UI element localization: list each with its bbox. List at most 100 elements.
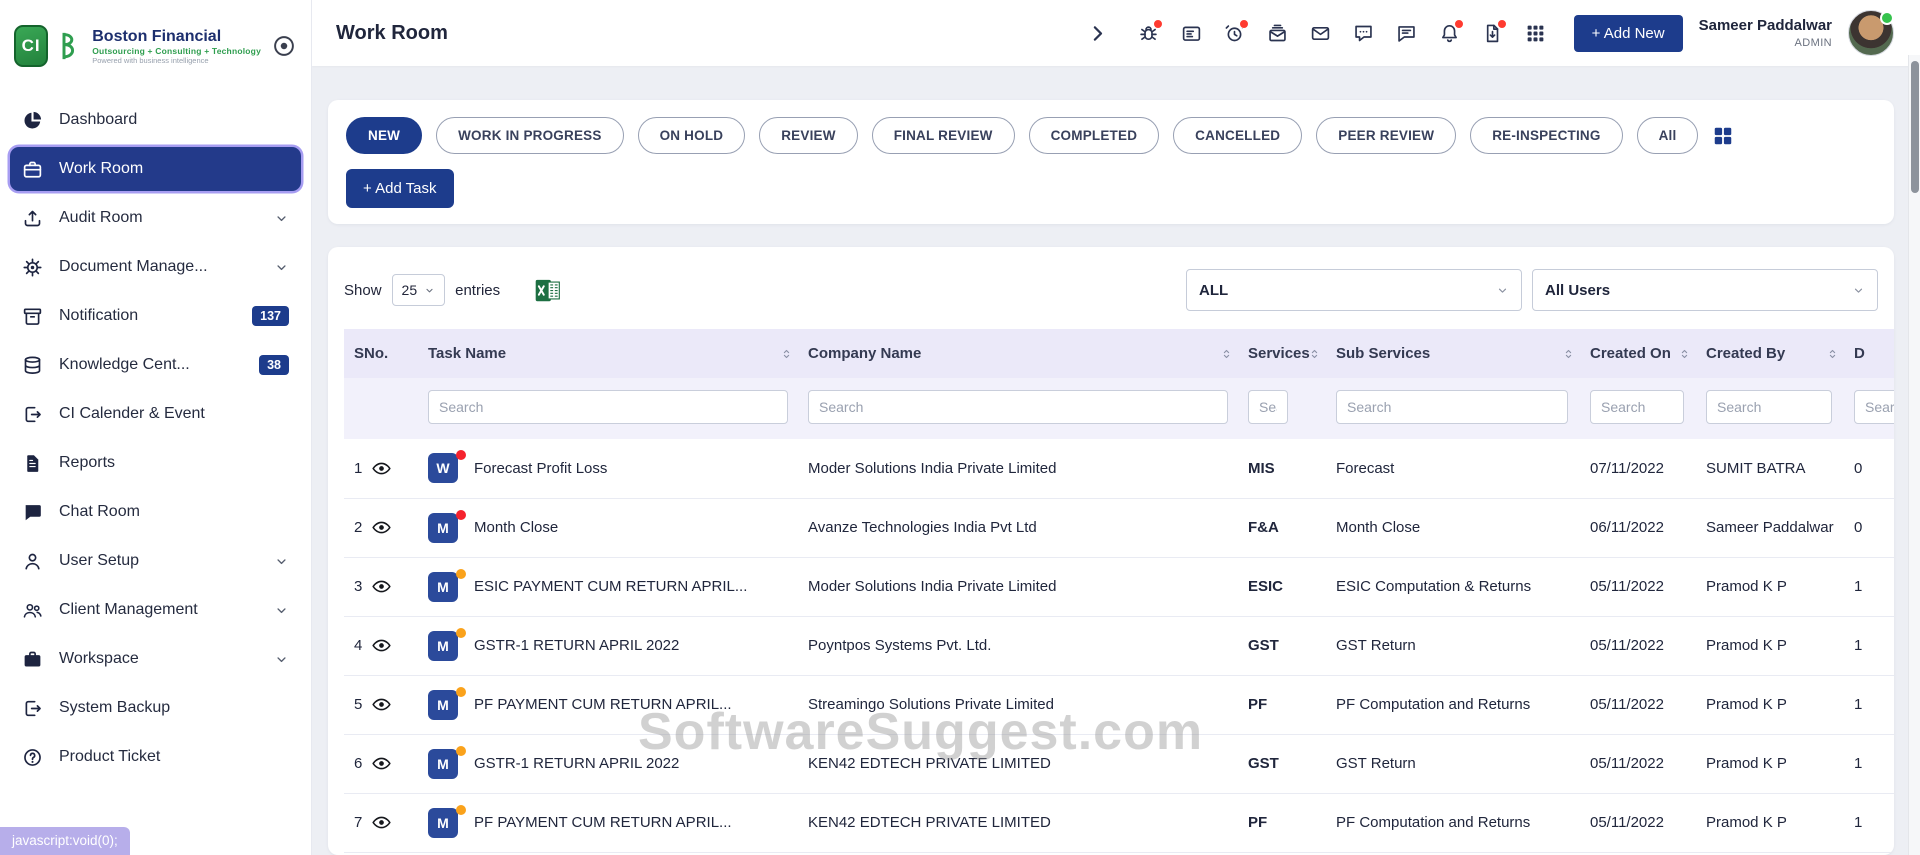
filter-pill-work-in-progress[interactable]: WORK IN PROGRESS [436,117,623,154]
filter-pill-final-review[interactable]: FINAL REVIEW [872,117,1015,154]
sort-icon[interactable] [1677,346,1692,361]
entries-label: entries [455,282,500,299]
sort-icon[interactable] [779,346,794,361]
brand-area: CI Boston Financial Outsourcing + Consul… [0,0,311,92]
sidebar-item-label: Product Ticket [59,748,289,766]
sort-icon[interactable] [1825,346,1840,361]
alarm-clock-icon[interactable] [1224,23,1245,44]
file-export-icon[interactable] [1482,23,1503,44]
eye-icon[interactable] [371,753,392,774]
sidebar-item-document-manage[interactable]: Document Manage... [10,245,301,289]
filter-pill-new[interactable]: NEW [346,117,422,154]
comment-icon[interactable] [1353,23,1374,44]
eye-icon[interactable] [371,458,392,479]
task-card-icon[interactable] [1181,23,1202,44]
search-sub-services-input[interactable] [1336,390,1568,424]
eye-icon[interactable] [371,635,392,656]
sidebar-item-label: Chat Room [59,503,289,521]
boston-financial-logo: Boston Financial Outsourcing + Consultin… [58,27,261,65]
search-task-name-input[interactable] [428,390,788,424]
page-size-select[interactable]: 25 [392,274,446,306]
add-new-button[interactable]: + Add New [1574,15,1683,52]
row-number: 7 [354,814,362,831]
avatar[interactable] [1848,10,1894,56]
filter-pill-re-inspecting[interactable]: RE-INSPECTING [1470,117,1622,154]
sidebar-item-dashboard[interactable]: Dashboard [10,98,301,142]
grid-view-toggle-icon[interactable] [1712,125,1734,147]
sidebar-collapse-button[interactable] [271,33,297,59]
filter-pill-completed[interactable]: COMPLETED [1029,117,1160,154]
chevron-down-icon [274,211,289,226]
sidebar-item-knowledge-cent[interactable]: Knowledge Cent...38 [10,343,301,387]
search-services-input[interactable] [1248,390,1288,424]
status-filter-bar: NEW WORK IN PROGRESS ON HOLD REVIEW FINAL RE… [346,117,1698,154]
filter-pill-on-hold[interactable]: ON HOLD [638,117,746,154]
scrollbar-thumb[interactable] [1911,61,1919,193]
sidebar-item-notification[interactable]: Notification137 [10,294,301,338]
eye-icon[interactable] [371,694,392,715]
content: NEW WORK IN PROGRESS ON HOLD REVIEW FINAL RE… [312,66,1920,855]
sidebar-item-product-ticket[interactable]: Product Ticket [10,735,301,779]
sidebar-item-chat-room[interactable]: Chat Room [10,490,301,534]
filter-pill-peer-review[interactable]: PEER REVIEW [1316,117,1456,154]
sidebar-item-user-setup[interactable]: User Setup [10,539,301,583]
show-label: Show [344,282,382,299]
header-icon-bar [1087,23,1546,44]
eye-icon[interactable] [371,812,392,833]
due-date: 0 [1844,498,1894,557]
column-header-services: Services [1238,329,1326,378]
sidebar-item-label: Dashboard [59,111,289,129]
sidebar-item-label: Document Manage... [59,258,259,276]
sidebar-item-work-room[interactable]: Work Room [10,147,301,191]
task-name: GSTR-1 RETURN APRIL 2022 [474,637,679,654]
service: PF [1238,675,1326,734]
sidebar-item-workspace[interactable]: Workspace [10,637,301,681]
tasks-table-card: Show 25 entries ALL [328,247,1894,855]
search-d-input[interactable] [1854,390,1894,424]
chat-message-icon[interactable] [1396,23,1417,44]
sidebar-item-ci-calender-event[interactable]: CI Calender & Event [10,392,301,436]
users-filter-select[interactable]: All Users [1532,269,1878,311]
sidebar-item-label: Audit Room [59,209,259,227]
sidebar-item-system-backup[interactable]: System Backup [10,686,301,730]
excel-export-icon[interactable] [534,277,561,304]
count-badge: 137 [252,306,289,326]
sub-service: Month Close [1326,498,1580,557]
expand-chevron-icon[interactable] [1087,23,1108,44]
page-title: Work Room [336,22,448,45]
sidebar-item-client-management[interactable]: Client Management [10,588,301,632]
apps-grid-icon[interactable] [1525,23,1546,44]
filter-pill-all[interactable]: All [1637,117,1699,154]
due-date: 1 [1844,675,1894,734]
filter-pill-cancelled[interactable]: CANCELLED [1173,117,1302,154]
eye-icon[interactable] [371,576,392,597]
inbox-icon[interactable] [1267,23,1288,44]
main-area: Work Room + Add New Sameer Paddalwar ADM… [312,0,1920,855]
task-type-badge: M [428,690,458,720]
search-created-by-input[interactable] [1706,390,1832,424]
brand-tagline: Outsourcing + Consulting + Technology [92,46,261,56]
sub-service: PF Computation and Returns [1326,675,1580,734]
question-icon [22,747,44,768]
bug-report-icon[interactable] [1138,23,1159,44]
eye-icon[interactable] [371,517,392,538]
user-icon [22,551,44,572]
due-date: 1 [1844,616,1894,675]
services-filter-select[interactable]: ALL [1186,269,1522,311]
search-created-on-input[interactable] [1590,390,1684,424]
mail-icon[interactable] [1310,23,1331,44]
notification-bell-icon[interactable] [1439,23,1460,44]
add-task-button[interactable]: + Add Task [346,169,454,208]
task-type-badge: M [428,631,458,661]
filter-pill-review[interactable]: REVIEW [759,117,857,154]
vertical-scrollbar[interactable] [1908,55,1920,855]
created-by: Pramod K P [1696,734,1844,793]
company-name: Moder Solutions India Private Limited [798,439,1238,498]
sort-icon[interactable] [1561,346,1576,361]
sidebar-item-audit-room[interactable]: Audit Room [10,196,301,240]
sidebar-item-reports[interactable]: Reports [10,441,301,485]
user-menu[interactable]: Sameer Paddalwar ADMIN [1699,16,1832,50]
sort-icon[interactable] [1219,346,1234,361]
sort-icon[interactable] [1307,346,1322,361]
search-company-name-input[interactable] [808,390,1228,424]
